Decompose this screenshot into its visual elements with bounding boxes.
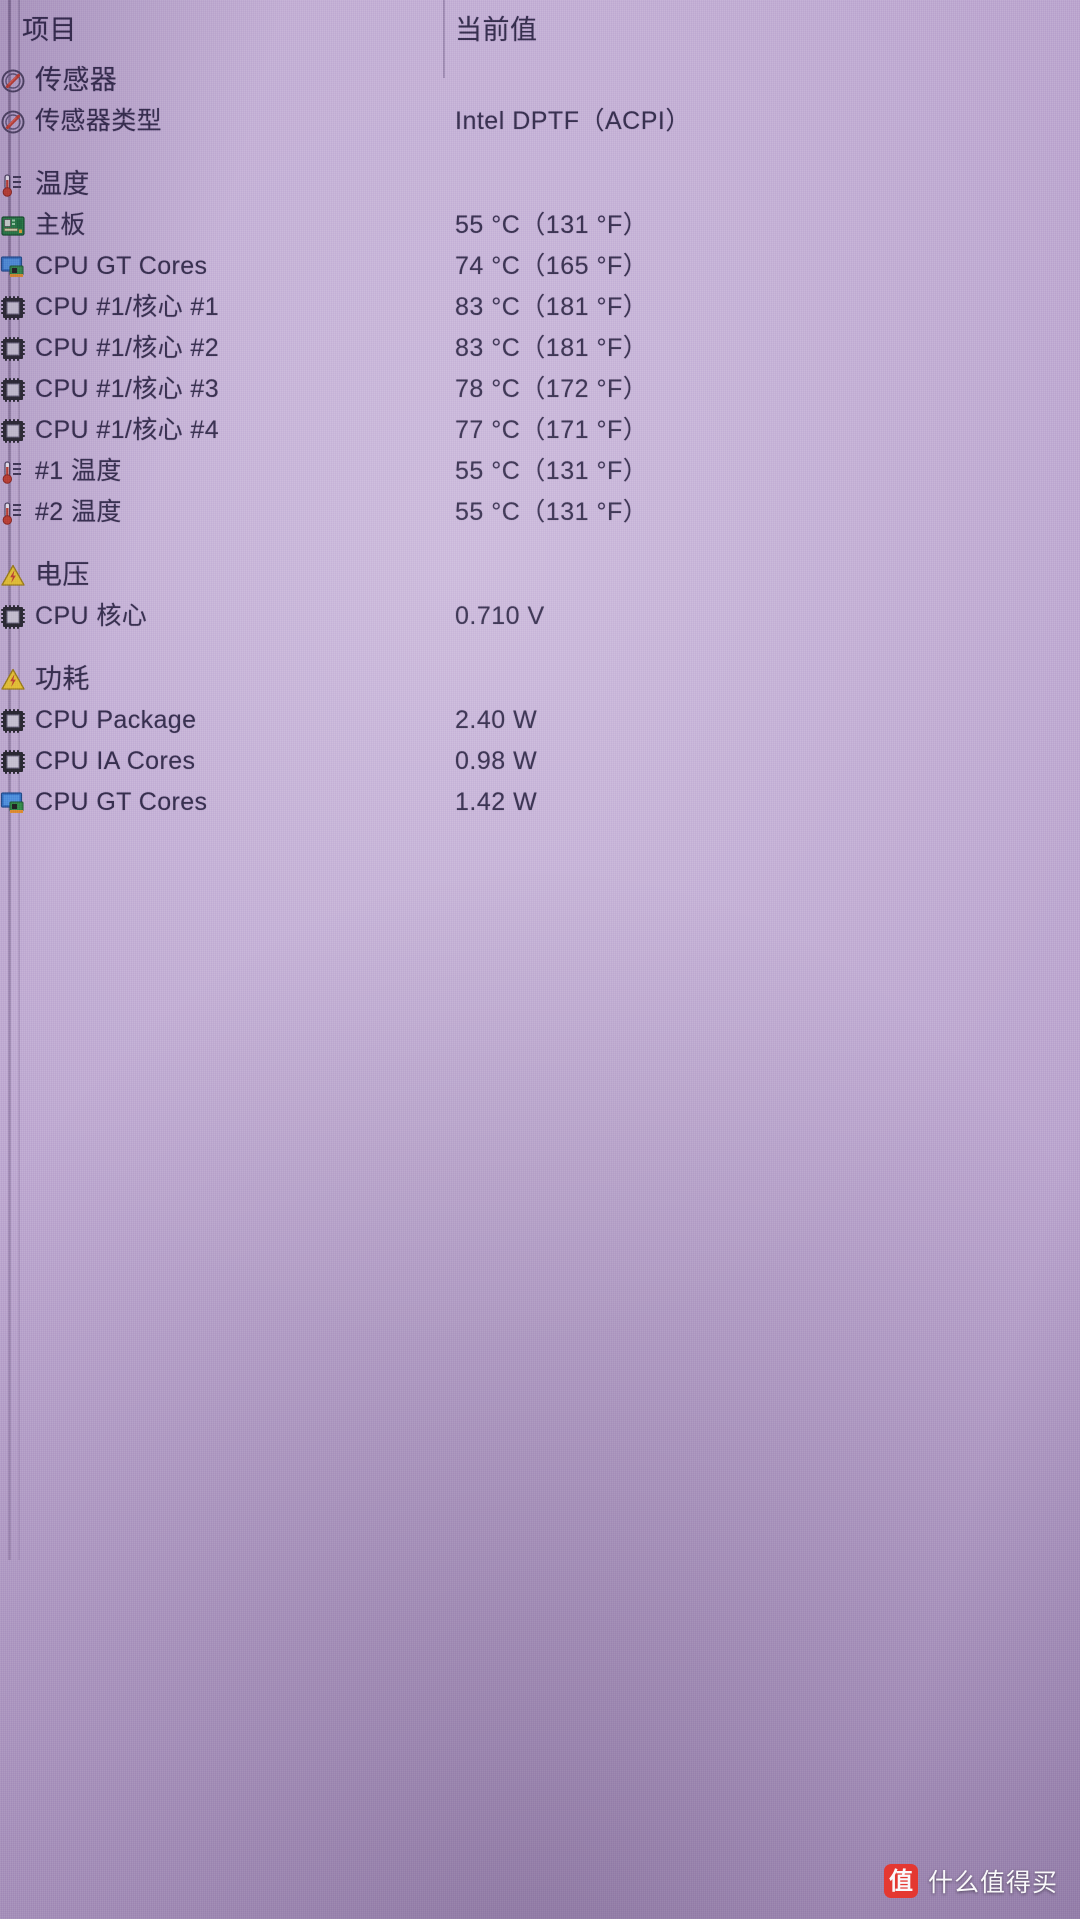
warning-bolt-icon xyxy=(0,563,26,589)
sensor-table: 项目 当前值传感器传感器类型 Intel DPTF（ACPI） 温度主板 55 °C（1… xyxy=(0,0,1080,823)
row-name-cell: #2 温度 xyxy=(0,492,455,533)
gpu-monitor-icon xyxy=(0,254,26,280)
row-label: 主板 xyxy=(35,211,86,239)
row-temperature-0[interactable]: 主板 55 °C（131 °F） xyxy=(0,205,1080,246)
cpu-chip-icon xyxy=(0,604,26,630)
row-name-cell: CPU 核心 xyxy=(0,596,455,637)
row-label: CPU #1/核心 #4 xyxy=(35,416,220,444)
thermometer-icon xyxy=(0,500,26,526)
row-name-cell: CPU #1/核心 #4 xyxy=(0,410,455,451)
cpu-chip-icon xyxy=(0,295,26,321)
row-name-cell: 传感器 xyxy=(0,60,455,101)
section-title: 电压 xyxy=(35,560,90,590)
smzdm-watermark-text: 什么值得买 xyxy=(927,1868,1058,1897)
row-value: 0.710 V xyxy=(455,602,545,630)
row-power-1[interactable]: CPU IA Cores 0.98 W xyxy=(0,741,1080,782)
row-label: CPU GT Cores xyxy=(35,788,208,816)
cpu-chip-icon xyxy=(0,708,26,734)
header-item-label: 项目 xyxy=(22,15,77,45)
row-name-cell: 功耗 xyxy=(0,659,455,700)
smzdm-badge-icon: 值 xyxy=(883,1864,918,1898)
row-name-cell: CPU GT Cores xyxy=(0,782,455,823)
row-label: #1 温度 xyxy=(35,457,122,485)
row-name-cell: #1 温度 xyxy=(0,451,455,492)
row-name-cell: 主板 xyxy=(0,205,455,246)
row-value: 83 °C（181 °F） xyxy=(455,334,649,362)
section-title: 温度 xyxy=(35,169,90,199)
row-value: 55 °C（131 °F） xyxy=(455,211,649,239)
sensor-icon xyxy=(0,68,26,94)
cpu-chip-icon xyxy=(0,749,26,775)
smzdm-watermark: 值 什么值得买 xyxy=(883,1863,1058,1899)
row-label: CPU #1/核心 #3 xyxy=(35,375,220,403)
row-label: CPU Package xyxy=(35,706,197,734)
row-value: 74 °C（165 °F） xyxy=(455,252,649,280)
row-name-cell: 传感器类型 xyxy=(0,101,455,142)
row-name-cell: CPU Package xyxy=(0,700,455,741)
row-label: CPU 核心 xyxy=(35,602,148,630)
row-label: CPU #1/核心 #2 xyxy=(35,334,220,362)
row-name-cell: 温度 xyxy=(0,164,455,205)
row-name-cell: CPU #1/核心 #1 xyxy=(0,287,455,328)
cpu-chip-icon xyxy=(0,336,26,362)
row-temperature-7[interactable]: #2 温度 55 °C（131 °F） xyxy=(0,492,1080,533)
row-name-cell: CPU GT Cores xyxy=(0,246,455,287)
photographed-screen: 项目 当前值传感器传感器类型 Intel DPTF（ACPI） 温度主板 55 °C（1… xyxy=(0,0,1080,1919)
section-title: 传感器 xyxy=(35,65,118,95)
row-temperature-4[interactable]: CPU #1/核心 #3 78 °C（172 °F） xyxy=(0,369,1080,410)
header-value-cell: 当前值 xyxy=(455,15,538,45)
cpu-chip-icon xyxy=(0,418,26,444)
row-value: 83 °C（181 °F） xyxy=(455,293,649,321)
row-sensor-0[interactable]: 传感器类型 Intel DPTF（ACPI） xyxy=(0,101,1080,142)
row-name-cell: CPU IA Cores xyxy=(0,741,455,782)
section-header-sensor[interactable]: 传感器 xyxy=(0,60,1080,101)
table-header: 项目 当前值 xyxy=(0,0,1080,60)
cpu-chip-icon xyxy=(0,377,26,403)
sensor-icon xyxy=(0,109,26,135)
row-temperature-5[interactable]: CPU #1/核心 #4 77 °C（171 °F） xyxy=(0,410,1080,451)
row-temperature-6[interactable]: #1 温度 55 °C（131 °F） xyxy=(0,451,1080,492)
row-name-cell: CPU #1/核心 #2 xyxy=(0,328,455,369)
row-value: 0.98 W xyxy=(455,747,538,775)
row-label: 传感器类型 xyxy=(35,107,163,135)
row-label: CPU IA Cores xyxy=(35,747,196,775)
row-temperature-3[interactable]: CPU #1/核心 #2 83 °C（181 °F） xyxy=(0,328,1080,369)
row-value: 77 °C（171 °F） xyxy=(455,416,649,444)
row-power-2[interactable]: CPU GT Cores 1.42 W xyxy=(0,782,1080,823)
row-name-cell: CPU #1/核心 #3 xyxy=(0,369,455,410)
gpu-monitor-icon xyxy=(0,790,26,816)
row-voltage-0[interactable]: CPU 核心 0.710 V xyxy=(0,596,1080,637)
row-power-0[interactable]: CPU Package 2.40 W xyxy=(0,700,1080,741)
row-value: 1.42 W xyxy=(455,788,538,816)
row-value: 55 °C（131 °F） xyxy=(455,498,649,526)
row-value: 55 °C（131 °F） xyxy=(455,457,649,485)
row-label: CPU GT Cores xyxy=(35,252,208,280)
thermometer-icon xyxy=(0,172,26,198)
row-label: CPU #1/核心 #1 xyxy=(35,293,220,321)
warning-bolt-icon xyxy=(0,667,26,693)
row-temperature-1[interactable]: CPU GT Cores 74 °C（165 °F） xyxy=(0,246,1080,287)
section-header-voltage[interactable]: 电压 xyxy=(0,555,1080,596)
section-header-temperature[interactable]: 温度 xyxy=(0,164,1080,205)
row-temperature-2[interactable]: CPU #1/核心 #1 83 °C（181 °F） xyxy=(0,287,1080,328)
header-item-cell: 项目 xyxy=(0,0,455,60)
row-label: #2 温度 xyxy=(35,498,122,526)
row-name-cell: 电压 xyxy=(0,555,455,596)
row-value: Intel DPTF（ACPI） xyxy=(455,107,691,135)
section-header-power[interactable]: 功耗 xyxy=(0,659,1080,700)
row-value: 2.40 W xyxy=(455,706,538,734)
section-title: 功耗 xyxy=(35,664,90,694)
motherboard-icon xyxy=(0,213,26,239)
row-value: 78 °C（172 °F） xyxy=(455,375,649,403)
thermometer-icon xyxy=(0,459,26,485)
